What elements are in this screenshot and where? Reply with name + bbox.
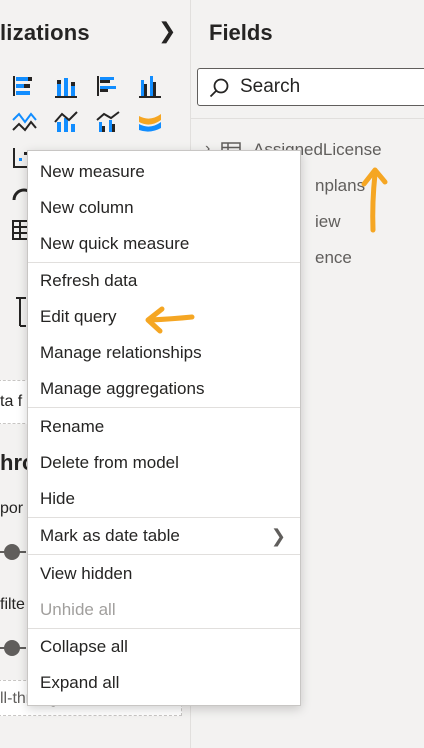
line-and-clustered-column-icon[interactable] xyxy=(94,108,122,136)
visualizations-title: lizations xyxy=(0,20,90,45)
menu-separator xyxy=(28,407,300,408)
menu-item-refresh-data[interactable]: Refresh data xyxy=(28,263,300,299)
cross-report-toggle[interactable] xyxy=(4,544,20,560)
menu-item-new-quick-measure[interactable]: New quick measure xyxy=(28,226,300,262)
menu-item-hide[interactable]: Hide xyxy=(28,481,300,517)
format-icon[interactable] xyxy=(14,296,28,330)
table-name: iew xyxy=(315,212,341,231)
fields-separator xyxy=(191,118,424,119)
menu-item-label: Mark as date table xyxy=(40,526,180,545)
chevron-right-icon: ❯ xyxy=(270,526,286,546)
menu-item-expand-all[interactable]: Expand all xyxy=(28,665,300,701)
stacked-column-chart-icon[interactable] xyxy=(52,72,80,100)
menu-item-new-column[interactable]: New column xyxy=(28,190,300,226)
menu-item-unhide-all[interactable]: Unhide all xyxy=(28,592,300,628)
ribbon-chart-icon[interactable] xyxy=(136,108,164,136)
menu-item-view-hidden[interactable]: View hidden xyxy=(28,556,300,592)
menu-separator xyxy=(28,554,300,555)
chevron-right-icon[interactable]: ❯ xyxy=(158,18,176,44)
keep-filters-toggle[interactable] xyxy=(4,640,20,656)
menu-item-mark-as-date-table[interactable]: Mark as date table ❯ xyxy=(28,518,300,554)
field-well-text: ta f xyxy=(0,393,23,410)
search-box[interactable] xyxy=(197,68,424,106)
search-icon xyxy=(209,78,229,98)
menu-item-manage-relationships[interactable]: Manage relationships xyxy=(28,335,300,371)
menu-item-manage-aggregations[interactable]: Manage aggregations xyxy=(28,371,300,407)
annotation-arrow-up-icon xyxy=(361,167,388,233)
keep-filters-label: filte xyxy=(0,596,25,613)
menu-item-new-measure[interactable]: New measure xyxy=(28,154,300,190)
search-input[interactable] xyxy=(240,75,420,99)
fields-title: Fields xyxy=(209,20,273,45)
clustered-column-chart-icon[interactable] xyxy=(136,72,164,100)
cross-report-label: por xyxy=(0,500,24,517)
menu-item-rename[interactable]: Rename xyxy=(28,409,300,445)
clustered-bar-chart-icon[interactable] xyxy=(94,72,122,100)
line-and-stacked-column-icon[interactable] xyxy=(52,108,80,136)
line-chart-icon[interactable] xyxy=(10,108,38,136)
table-name: ence xyxy=(315,248,352,267)
annotation-arrow-left-icon xyxy=(145,306,195,334)
menu-item-collapse-all[interactable]: Collapse all xyxy=(28,629,300,665)
menu-item-delete-from-model[interactable]: Delete from model xyxy=(28,445,300,481)
context-menu: New measure New column New quick measure… xyxy=(27,150,301,706)
stacked-bar-chart-icon[interactable] xyxy=(10,72,38,100)
